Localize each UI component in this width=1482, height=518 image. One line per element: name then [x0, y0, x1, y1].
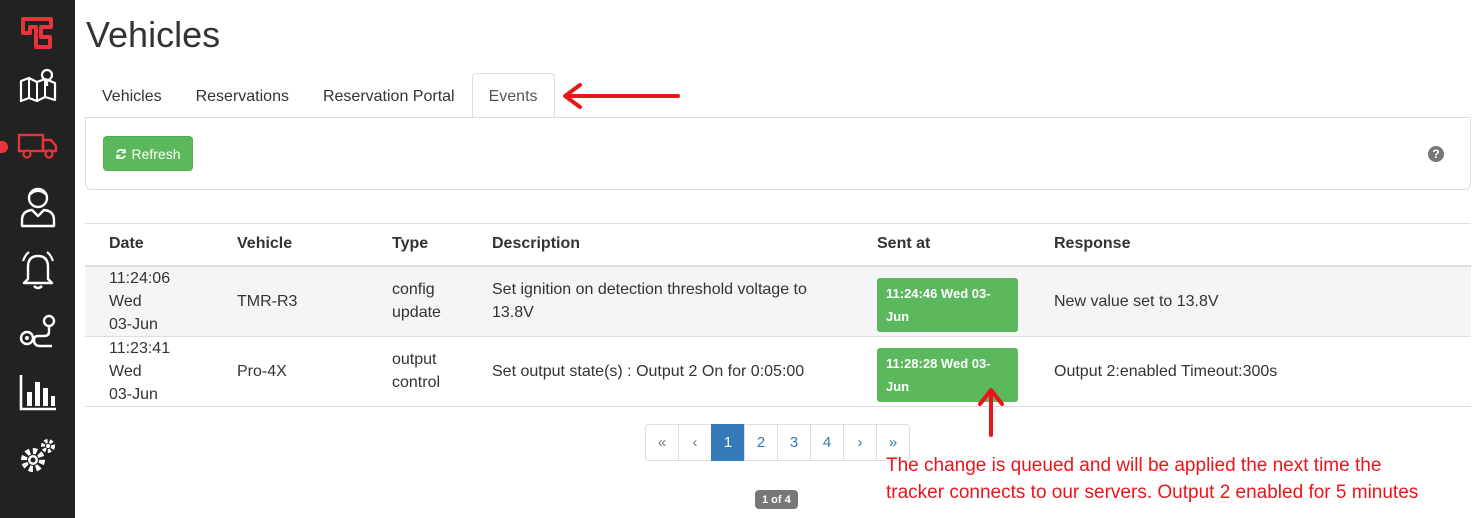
col-header-response[interactable]: Response — [1030, 223, 1471, 267]
route-icon[interactable] — [0, 302, 75, 362]
page-next[interactable]: › — [843, 424, 877, 461]
cell-response: Output 2:enabled Timeout:300s — [1030, 336, 1471, 407]
cell-sent-at: 11:24:46 Wed 03-Jun — [853, 265, 1030, 337]
annotation-text: The change is queued and will be applied… — [886, 452, 1418, 506]
map-icon[interactable] — [0, 55, 75, 115]
gears-icon[interactable] — [0, 426, 75, 486]
user-icon[interactable] — [0, 176, 75, 236]
table-row[interactable]: 11:24:06 Wed 03-Jun TMR-R3 config update S… — [85, 265, 1471, 337]
sent-at-badge: 11:24:46 Wed 03-Jun — [877, 278, 1018, 332]
cell-description: Set output state(s) : Output 2 On for 0:… — [468, 336, 853, 407]
refresh-button[interactable]: Refresh — [103, 136, 193, 171]
events-table: Date Vehicle Type Description Sent at Re… — [85, 223, 1471, 407]
bar-chart-icon[interactable] — [0, 362, 75, 422]
table-row[interactable]: 11:23:41 Wed 03-Jun Pro-4X output control … — [85, 336, 1471, 407]
sidebar — [0, 0, 75, 518]
col-header-vehicle[interactable]: Vehicle — [213, 223, 368, 267]
tab-reservation-portal[interactable]: Reservation Portal — [306, 73, 472, 118]
table-header-row: Date Vehicle Type Description Sent at Re… — [85, 223, 1471, 267]
truck-icon[interactable] — [0, 116, 75, 176]
cell-vehicle: TMR-R3 — [213, 265, 368, 337]
refresh-icon — [116, 148, 127, 159]
tab-events[interactable]: Events — [471, 73, 555, 119]
annotation-line-1: The change is queued and will be applied… — [886, 455, 1382, 476]
cell-response: New value set to 13.8V — [1030, 265, 1471, 337]
logo-icon[interactable] — [0, 3, 75, 63]
bell-icon[interactable] — [0, 240, 75, 300]
tab-reservations[interactable]: Reservations — [179, 73, 306, 118]
cell-vehicle: Pro-4X — [213, 336, 368, 407]
page-title: Vehicles — [86, 14, 221, 55]
question-circle-icon[interactable]: ? — [1428, 146, 1444, 162]
tab-vehicles[interactable]: Vehicles — [85, 73, 179, 118]
cell-description: Set ignition on detection threshold volt… — [468, 265, 853, 337]
refresh-label: Refresh — [131, 145, 181, 162]
cell-type: config update — [368, 265, 468, 337]
page-3[interactable]: 3 — [777, 424, 811, 461]
col-header-type[interactable]: Type — [368, 223, 468, 267]
col-header-description[interactable]: Description — [468, 223, 853, 267]
toolbar-panel: Refresh ? — [85, 118, 1471, 190]
page-2[interactable]: 2 — [744, 424, 778, 461]
page-prev[interactable]: ‹ — [678, 424, 712, 461]
col-header-sent-at[interactable]: Sent at — [853, 223, 1030, 267]
cell-date: 11:23:41 Wed 03-Jun — [85, 336, 213, 407]
cell-date: 11:24:06 Wed 03-Jun — [85, 265, 213, 337]
annotation-arrow-up-icon — [978, 388, 1004, 437]
pagination: « ‹ 1 2 3 4 › » — [645, 424, 910, 461]
page-4[interactable]: 4 — [810, 424, 844, 461]
col-header-date[interactable]: Date — [85, 223, 213, 267]
annotation-arrow-left-icon — [563, 83, 680, 109]
cell-type: output control — [368, 336, 468, 407]
page-first[interactable]: « — [645, 424, 679, 461]
annotation-line-2: tracker connects to our servers. Output … — [886, 482, 1419, 503]
page-1[interactable]: 1 — [711, 424, 745, 461]
tab-bar: Vehicles Reservations Reservation Portal… — [85, 73, 555, 119]
page-count-badge: 1 of 4 — [755, 490, 798, 509]
